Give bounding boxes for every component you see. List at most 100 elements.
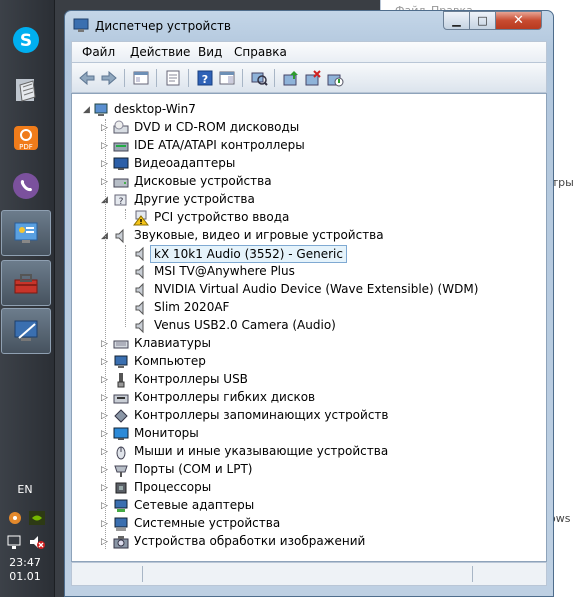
monitor-icon	[113, 426, 129, 442]
show-hide-console-tree-button[interactable]	[132, 69, 150, 87]
tree-device[interactable]: NVIDIA Virtual Audio Device (Wave Extens…	[72, 281, 546, 299]
imaging-device-icon	[113, 534, 129, 550]
update-driver-button[interactable]	[282, 69, 300, 87]
tree-category[interactable]: ▷ Системные устройства	[72, 515, 546, 533]
tree-category[interactable]: ▷ Контроллеры USB	[72, 371, 546, 389]
storage-controller-icon	[113, 408, 129, 424]
toolbar-separator	[188, 69, 189, 87]
tree-item-label: Контроллеры запоминающих устройств	[134, 408, 389, 422]
skype-icon[interactable]: S	[6, 20, 46, 60]
tree-item-label: Slim 2020AF	[154, 300, 230, 314]
speaker-icon	[133, 282, 149, 298]
tree-item-label: desktop-Win7	[114, 102, 196, 116]
title-bar[interactable]: Диспетчер устройств ▁ □ ✕	[65, 11, 553, 41]
close-icon: ✕	[513, 13, 524, 28]
tree-category[interactable]: ▷ Сетевые адаптеры	[72, 497, 546, 515]
toolbar-separator	[156, 69, 157, 87]
help-button[interactable]: ?	[196, 69, 214, 87]
back-button[interactable]	[78, 69, 96, 87]
tree-category[interactable]: ▷ IDE ATA/ATAPI контроллеры	[72, 137, 546, 155]
device-manager-title-icon	[73, 17, 89, 37]
speaker-icon	[133, 300, 149, 316]
tree-guide-line	[125, 209, 126, 219]
tree-item-label: IDE ATA/ATAPI контроллеры	[134, 138, 305, 152]
clock-time: 23:47	[9, 556, 41, 569]
clock-date: 01.01	[9, 570, 41, 583]
tree-category[interactable]: ▷ Компьютер	[72, 353, 546, 371]
maximize-button[interactable]: □	[469, 11, 496, 30]
device-manager-taskbar-icon[interactable]	[1, 308, 51, 354]
properties-button[interactable]	[164, 69, 182, 87]
tree-root[interactable]: ◢ desktop-Win7	[72, 101, 546, 119]
tree-category[interactable]: ▷ Клавиатуры	[72, 335, 546, 353]
tree-category[interactable]: ▷ Мыши и иные указывающие устройства	[72, 443, 546, 461]
minimize-button[interactable]: ▁	[443, 11, 470, 30]
tree-item-label: PCI устройство ввода	[154, 210, 290, 224]
tray-app-icon[interactable]	[6, 510, 24, 526]
tree-category[interactable]: ▷ Устройства обработки изображений	[72, 533, 546, 551]
tree-item-label: Venus USB2.0 Camera (Audio)	[154, 318, 336, 332]
tree-device-selected[interactable]: kX 10k1 Audio (3552) - Generic	[72, 245, 546, 263]
tree-category[interactable]: ▷ Видеоадаптеры	[72, 155, 546, 173]
tree-item-label: DVD и CD-ROM дисководы	[134, 120, 300, 134]
menu-file[interactable]: Файл	[82, 45, 115, 59]
svg-text:?: ?	[202, 73, 208, 86]
forward-button[interactable]	[100, 69, 118, 87]
menu-view[interactable]: Вид	[198, 45, 222, 59]
warning-device-icon	[132, 210, 150, 226]
status-bar	[71, 562, 547, 586]
tree-item-label: NVIDIA Virtual Audio Device (Wave Extens…	[154, 282, 479, 296]
scan-hardware-button[interactable]	[250, 69, 268, 87]
tree-category[interactable]: ▷ Дисковые устройства	[72, 173, 546, 191]
menu-help[interactable]: Справка	[234, 45, 287, 59]
menu-action[interactable]: Действие	[130, 45, 190, 59]
tree-item-label: Компьютер	[134, 354, 206, 368]
tree-item-label: kX 10k1 Audio (3552) - Generic	[150, 245, 347, 263]
tree-guide-line	[105, 119, 106, 549]
toolbar-separator	[124, 69, 125, 87]
viber-icon[interactable]	[6, 166, 46, 206]
toolbox-icon[interactable]	[1, 260, 51, 306]
action-pane-button[interactable]	[218, 69, 236, 87]
tree-item-label: Контроллеры гибких дисков	[134, 390, 316, 404]
tree-item-label: Другие устройства	[134, 192, 255, 206]
tree-category[interactable]: ▷ Порты (COM и LPT)	[72, 461, 546, 479]
notes-app-icon[interactable]	[6, 70, 46, 110]
network-icon[interactable]	[6, 534, 24, 550]
tree-category[interactable]: ◢ Звуковые, видео и игровые устройства	[72, 227, 546, 245]
tree-device[interactable]: MSI TV@Anywhere Plus	[72, 263, 546, 281]
tree-item-label: Клавиатуры	[134, 336, 211, 350]
tree-category[interactable]: ▷ Процессоры	[72, 479, 546, 497]
network-adapter-icon	[113, 498, 129, 514]
language-indicator[interactable]: EN	[0, 483, 50, 496]
system-device-icon	[113, 516, 129, 532]
tree-category[interactable]: ◢? Другие устройства	[72, 191, 546, 209]
tree-device[interactable]: PCI устройство ввода	[72, 209, 546, 227]
disk-drive-icon	[113, 174, 129, 190]
control-panel-icon[interactable]	[1, 210, 51, 256]
maximize-icon: □	[477, 14, 488, 27]
tree-category[interactable]: ▷ Мониторы	[72, 425, 546, 443]
status-separator	[142, 566, 143, 582]
nvidia-icon[interactable]	[28, 510, 46, 526]
tree-category[interactable]: ▷ Контроллеры гибких дисков	[72, 389, 546, 407]
clock[interactable]: 23:47 01.01	[0, 556, 50, 584]
tree-category[interactable]: ▷ DVD и CD-ROM дисководы	[72, 119, 546, 137]
tree-item-label: Системные устройства	[134, 516, 281, 530]
device-tree: ◢ desktop-Win7 ▷ DVD и CD-ROM дисководы ▷ IDE…	[71, 93, 547, 562]
volume-muted-icon[interactable]	[28, 534, 46, 550]
pdf-app-icon[interactable]: PDF	[6, 118, 46, 158]
mouse-icon	[113, 444, 129, 460]
tree-device[interactable]: Venus USB2.0 Camera (Audio)	[72, 317, 546, 335]
port-icon	[113, 462, 129, 478]
tree-item-label: Звуковые, видео и игровые устройства	[134, 228, 384, 242]
other-devices-icon: ?	[113, 192, 129, 208]
close-button[interactable]: ✕	[495, 11, 542, 30]
keyboard-icon	[113, 336, 129, 352]
collapse-arrow-icon[interactable]: ◢	[83, 105, 91, 115]
enable-device-button[interactable]	[326, 69, 344, 87]
uninstall-device-button[interactable]	[304, 69, 322, 87]
tree-category[interactable]: ▷ Контроллеры запоминающих устройств	[72, 407, 546, 425]
tree-device[interactable]: Slim 2020AF	[72, 299, 546, 317]
svg-text:PDF: PDF	[19, 143, 33, 151]
